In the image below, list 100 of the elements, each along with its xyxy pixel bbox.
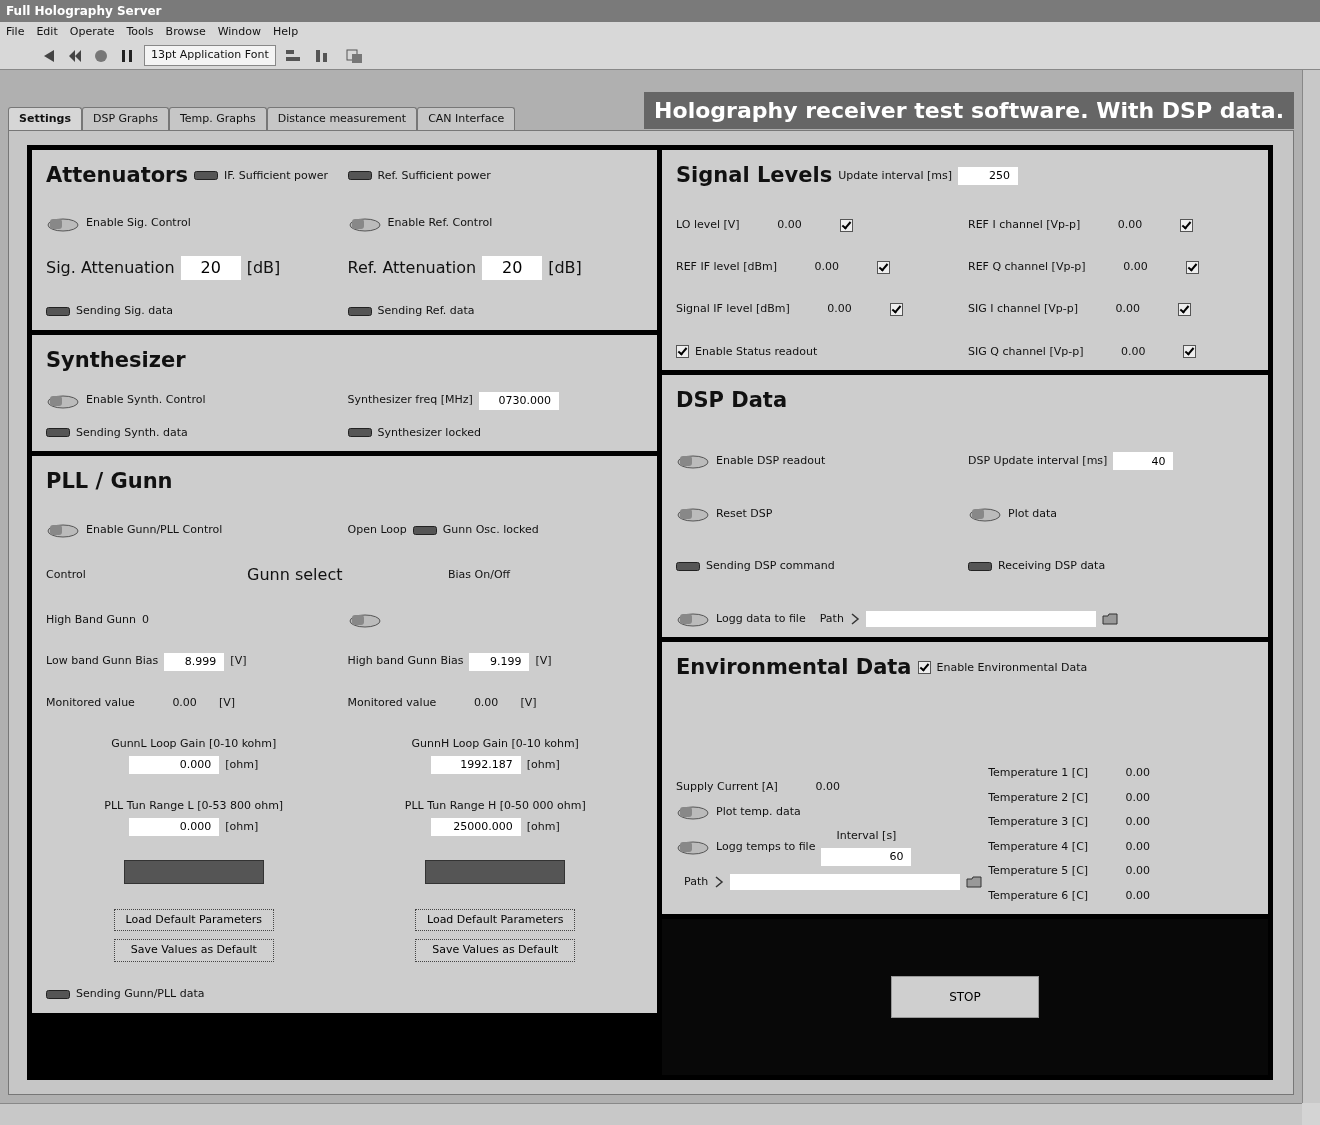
numeric-field[interactable]: 40	[1113, 452, 1174, 471]
tab[interactable]: CAN Interface	[417, 106, 516, 130]
toggle-switch[interactable]	[347, 611, 382, 628]
toggle-switch[interactable]	[676, 453, 710, 470]
stop-button[interactable]: STOP	[891, 976, 1039, 1018]
indicator-label: Temperature 2 [C]	[988, 789, 1089, 806]
numeric-field[interactable]: 1992.187	[430, 755, 521, 774]
indicator-label: SIG Q channel [Vp-p]	[968, 343, 1084, 360]
indicator-label: LO level [V]	[676, 217, 740, 234]
checkbox[interactable]	[917, 661, 931, 675]
tab[interactable]: Temp. Graphs	[169, 106, 267, 130]
unit-label: [ohm]	[526, 756, 560, 773]
panel-heading: Synthesizer	[46, 347, 186, 374]
toggle-label: Enable Ref. Control	[387, 215, 493, 232]
window-title: Full Holography Server	[0, 0, 1320, 22]
indicator-value: 0.00	[1119, 343, 1146, 360]
tab[interactable]: DSP Graphs	[81, 106, 169, 130]
checkbox[interactable]	[876, 261, 890, 274]
numeric-field[interactable]: 0730.000	[478, 391, 559, 410]
menu-item[interactable]: Edit	[36, 23, 58, 41]
label-text: 0	[141, 611, 149, 628]
indicator-label: Temperature 3 [C]	[988, 814, 1089, 830]
indicator-value: 0.00	[1124, 887, 1151, 904]
numeric-field[interactable]: 20	[482, 255, 543, 280]
toggle-switch[interactable]	[676, 610, 710, 627]
toggle-switch[interactable]	[676, 506, 710, 523]
indicator-label: Monitored value	[347, 695, 437, 712]
checkbox-label: Enable Environmental Data	[936, 659, 1088, 676]
field-label: GunnH Loop Gain [0-10 kohm]	[411, 736, 579, 753]
toggle-switch[interactable]	[676, 838, 710, 855]
toggle-switch[interactable]	[46, 392, 80, 409]
indicator-label: REF I channel [Vp-p]	[968, 217, 1081, 234]
numeric-field[interactable]: 8.999	[164, 652, 225, 671]
tab[interactable]: Distance measurement	[266, 106, 418, 130]
label-text: Gunn select	[247, 564, 343, 587]
indicator-value: 0.00	[1124, 863, 1151, 879]
indicator-value: 0.00	[813, 259, 839, 276]
numeric-field[interactable]: 9.199	[469, 652, 530, 671]
label-text: Bias On/Off	[448, 566, 511, 583]
toggle-label: Enable Synth. Control	[86, 392, 206, 409]
folder-icon[interactable]	[1101, 611, 1118, 626]
field-label: DSP Update interval [ms]	[968, 453, 1108, 469]
checkbox[interactable]	[1180, 218, 1194, 232]
vertical-scrollbar[interactable]	[1302, 70, 1320, 1103]
checkbox[interactable]	[839, 218, 853, 232]
toggle-switch[interactable]	[347, 215, 382, 232]
toggle-label: Enable Sig. Control	[86, 215, 191, 232]
horizontal-scrollbar[interactable]	[0, 1103, 1302, 1125]
indicator-value: 0.00	[472, 695, 499, 712]
numeric-field[interactable]: 0.000	[129, 817, 220, 836]
checkbox[interactable]	[676, 345, 689, 359]
toggle-label: Plot data	[1008, 506, 1057, 522]
led-label: Sending Synth. data	[76, 424, 188, 441]
default-button[interactable]: Load Default Parameters	[415, 908, 576, 932]
unit-label: [V]	[218, 695, 235, 712]
unit-label: [ohm]	[225, 818, 259, 835]
indicator-label: Temperature 4 [C]	[988, 838, 1089, 855]
toggle-switch[interactable]	[46, 215, 80, 232]
label-text: High Band Gunn	[46, 611, 136, 628]
toggle-switch[interactable]	[676, 803, 710, 820]
path-field[interactable]	[865, 610, 1096, 627]
indicator-label: REF IF level [dBm]	[676, 259, 777, 276]
checkbox[interactable]	[1183, 345, 1197, 359]
numeric-field[interactable]: 250	[958, 166, 1019, 185]
menu-item[interactable]: Browse	[165, 23, 206, 41]
slide-bar[interactable]	[123, 860, 264, 885]
checkbox[interactable]	[1185, 261, 1199, 274]
checkbox[interactable]	[1178, 303, 1192, 317]
font-dropdown[interactable]: 13pt Application Font	[144, 45, 276, 66]
toggle-label: Enable DSP readout	[716, 453, 826, 469]
folder-icon[interactable]	[966, 874, 983, 889]
panel-heading: DSP Data	[676, 387, 788, 414]
menu-item[interactable]: Operate	[69, 23, 115, 41]
menu-item[interactable]: File	[6, 23, 25, 41]
path-field[interactable]	[730, 873, 961, 890]
toggle-label: Logg data to file	[716, 610, 806, 627]
slide-bar[interactable]	[425, 860, 566, 885]
toggle-switch[interactable]	[968, 506, 1002, 523]
default-button[interactable]: Save Values as Default	[113, 939, 274, 962]
toggle-label: Plot temp. data	[716, 803, 801, 820]
default-button[interactable]: Load Default Parameters	[113, 908, 274, 932]
label-text: Open Loop	[347, 522, 407, 539]
tab[interactable]: Settings	[8, 106, 82, 130]
menu-item[interactable]: Window	[217, 23, 262, 41]
numeric-field[interactable]: 0.000	[129, 755, 220, 774]
indicator-label: Temperature 1 [C]	[988, 765, 1089, 781]
unit-label: [ohm]	[225, 756, 259, 773]
numeric-field[interactable]: 20	[180, 255, 241, 280]
menu-item[interactable]: Tools	[126, 23, 154, 41]
menu-item[interactable]: Help	[273, 23, 299, 41]
field-label: Sig. Attenuation	[46, 256, 175, 279]
field-label: Synthesizer freq [MHz]	[347, 392, 473, 409]
checkbox[interactable]	[889, 303, 903, 317]
field-label: Update interval [ms]	[838, 167, 953, 184]
default-button[interactable]: Save Values as Default	[415, 939, 576, 962]
numeric-field[interactable]: 25000.000	[430, 817, 521, 836]
indicator-value: 0.00	[814, 779, 840, 795]
indicator-label: SIG I channel [Vp-p]	[968, 301, 1079, 318]
toggle-switch[interactable]	[46, 522, 80, 539]
numeric-field[interactable]: 60	[821, 847, 912, 866]
